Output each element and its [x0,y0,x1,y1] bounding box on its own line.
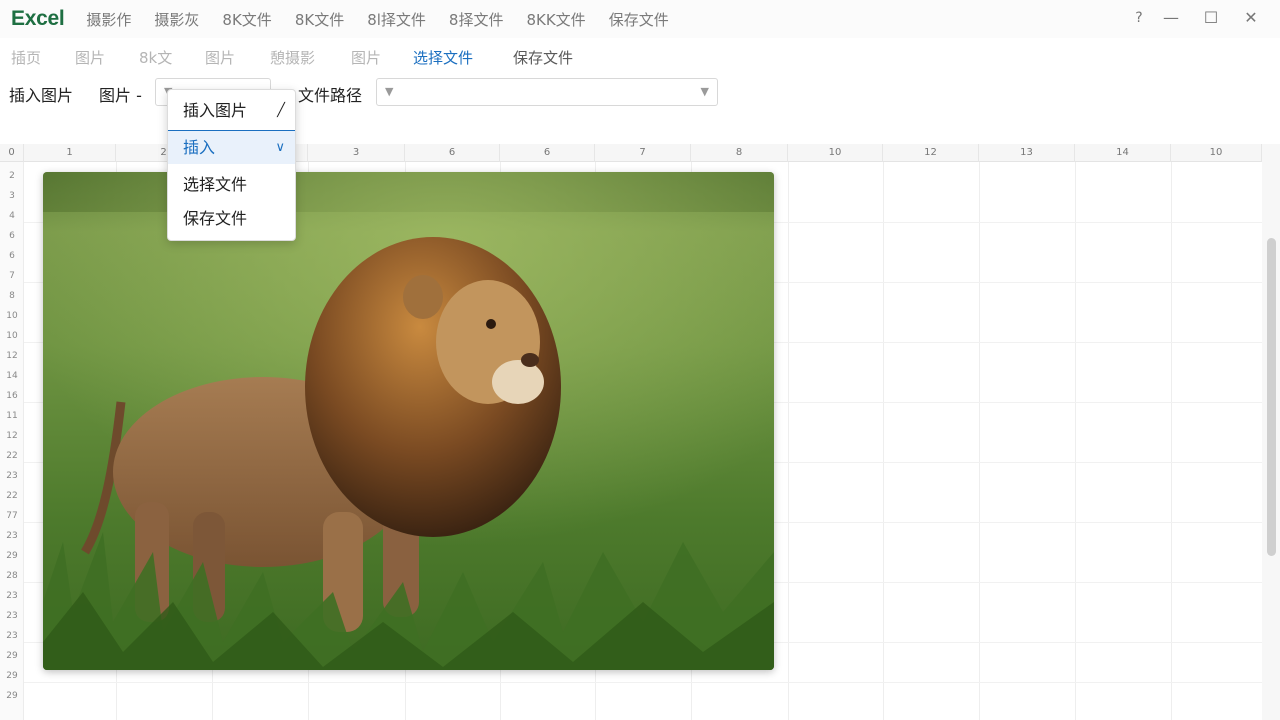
column-label[interactable]: 3 [308,144,405,162]
column-label[interactable]: 1 [24,144,116,162]
column-label[interactable]: 10 [788,144,883,162]
corner-cell: 0 [0,144,24,162]
menu-item-select-file[interactable]: 选择文件 [168,168,295,202]
row-label[interactable]: 10 [0,326,24,346]
ribbon-tab[interactable]: 图片 [351,47,381,68]
scrollbar-thumb[interactable] [1267,238,1276,556]
gridline [1171,162,1172,720]
ribbon-tab[interactable]: 图片 [205,47,235,68]
menu-item-label: 插入 [183,138,216,157]
column-label[interactable]: 12 [883,144,979,162]
row-label[interactable]: 23 [0,526,24,546]
chevron-down-icon: ▼ [385,85,394,98]
row-label[interactable]: 22 [0,486,24,506]
gridline [24,682,1262,683]
row-label[interactable]: 2 [0,166,24,186]
title-tab[interactable]: 摄影作 [86,9,131,30]
row-label[interactable]: 10 [0,306,24,326]
row-label[interactable]: 8 [0,286,24,306]
gridline [788,162,789,720]
menu-item-insert[interactable]: 插入 ∨ [168,130,295,164]
title-tab[interactable]: 8K文件 [222,9,271,30]
row-label[interactable]: 14 [0,366,24,386]
menu-item-label: 选择文件 [183,175,248,194]
chevron-down-icon: ▼ [700,85,709,98]
column-label[interactable]: 6 [500,144,595,162]
minimize-icon[interactable]: — [1160,7,1182,29]
row-label[interactable]: 29 [0,646,24,666]
row-label[interactable]: 77 [0,506,24,526]
row-label[interactable]: 29 [0,546,24,566]
file-path-combo[interactable]: ▼ ▼ [376,78,718,106]
gridline [1075,162,1076,720]
column-label[interactable]: 7 [595,144,691,162]
app-name: Excel [11,7,65,30]
picture-dropdown-menu: 插入图片 ╱ 插入 ∨ 选择文件 保存文件 [167,89,296,241]
row-label[interactable]: 28 [0,566,24,586]
row-label[interactable]: 12 [0,426,24,446]
row-header: 2 3 4 6 6 7 8 10 10 12 14 16 11 12 22 23… [0,162,24,720]
file-path-label: 文件路径 [298,86,363,105]
inserted-picture[interactable] [43,172,774,670]
row-label[interactable]: 29 [0,686,24,706]
menu-item-save-file[interactable]: 保存文件 [168,202,295,236]
title-bar: Excel 摄影作 摄影灰 8K文件 8K文件 8l择文件 8择文件 8KK文件… [0,0,1280,38]
ribbon-tabs: 插页 图片 8k文 图片 憩摄影 图片 选择文件 保存文件 [0,40,1280,74]
row-label[interactable]: 12 [0,346,24,366]
tab-save-file[interactable]: 保存文件 [513,47,573,68]
column-label[interactable]: 13 [979,144,1075,162]
row-label[interactable]: 6 [0,246,24,266]
row-label[interactable]: 23 [0,586,24,606]
row-label[interactable]: 29 [0,666,24,686]
title-tab[interactable]: 8K文件 [295,9,344,30]
title-tab[interactable]: 8l择文件 [367,9,426,30]
row-label[interactable]: 6 [0,226,24,246]
insert-picture-label[interactable]: 插入图片 [9,82,73,106]
row-label[interactable]: 7 [0,266,24,286]
maximize-icon[interactable]: ☐ [1200,7,1222,29]
chevron-down-icon: ∨ [275,140,285,155]
menu-item-insert-picture[interactable]: 插入图片 ╱ [168,94,295,128]
menu-item-label: 插入图片 [183,101,248,120]
title-tab[interactable]: 摄影灰 [154,9,199,30]
column-label[interactable]: 10 [1171,144,1262,162]
title-tab[interactable]: 保存文件 [609,9,669,30]
row-label[interactable]: 3 [0,186,24,206]
tab-select-file[interactable]: 选择文件 [413,47,473,68]
pen-icon: ╱ [277,103,285,118]
row-label[interactable]: 22 [0,446,24,466]
ribbon-tab[interactable]: 8k文 [139,47,172,68]
picture-label[interactable]: 图片 - [99,82,142,106]
gridline [883,162,884,720]
row-label[interactable]: 11 [0,406,24,426]
row-label[interactable]: 23 [0,626,24,646]
column-label[interactable]: 6 [405,144,500,162]
ribbon-tab[interactable]: 憩摄影 [270,47,315,68]
vertical-scrollbar[interactable] [1262,144,1280,720]
row-label[interactable]: 16 [0,386,24,406]
title-tab[interactable]: 8KK文件 [526,9,585,30]
close-icon[interactable]: ✕ [1240,7,1262,29]
row-label[interactable]: 4 [0,206,24,226]
column-label[interactable]: 14 [1075,144,1171,162]
title-tab[interactable]: 8择文件 [449,9,504,30]
column-label[interactable]: 8 [691,144,788,162]
ribbon-tab[interactable]: 图片 [75,47,105,68]
row-label[interactable]: 23 [0,466,24,486]
help-icon[interactable]: ? [1128,7,1150,29]
row-label[interactable]: 23 [0,606,24,626]
ribbon-tab[interactable]: 插页 [11,47,41,68]
lion-in-grass-photo [43,172,774,670]
menu-item-label: 保存文件 [183,209,248,228]
gridline [979,162,980,720]
